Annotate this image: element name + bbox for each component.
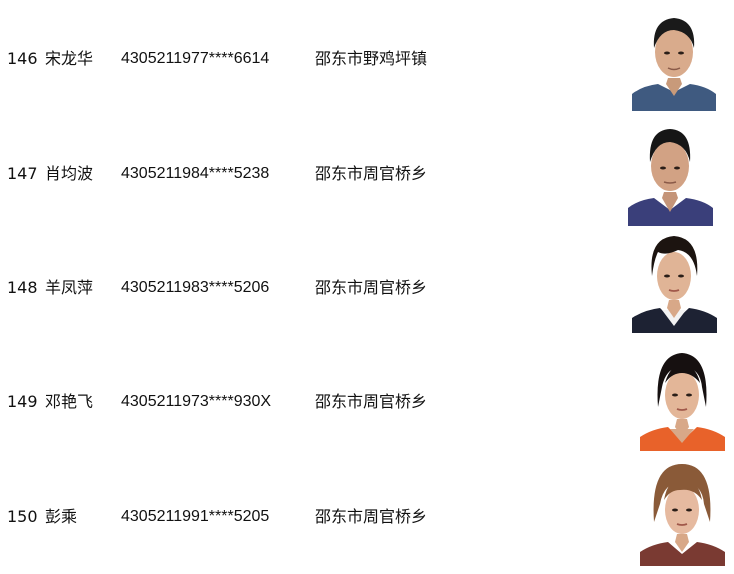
portrait-photo-147 xyxy=(628,124,713,226)
record-row-147: 147 肖均波 4305211984****5238 邵东市周官桥乡 xyxy=(0,164,734,184)
record-row-148: 148 羊凤萍 4305211983****5206 邵东市周官桥乡 xyxy=(0,278,734,298)
record-number: 149 xyxy=(7,392,38,411)
record-address: 邵东市周官桥乡 xyxy=(315,164,428,183)
record-number: 150 xyxy=(7,507,38,526)
record-name: 宋龙华 xyxy=(45,49,94,68)
portrait-photo-150 xyxy=(640,460,725,566)
record-number: 148 xyxy=(7,278,38,297)
record-name: 肖均波 xyxy=(45,164,94,183)
record-name: 彭乘 xyxy=(45,507,78,526)
record-id-number: 4305211983****5206 xyxy=(121,279,270,296)
record-id-number: 4305211984****5238 xyxy=(121,165,270,182)
record-address: 邵东市野鸡坪镇 xyxy=(315,49,428,68)
record-id-number: 4305211973****930X xyxy=(121,393,272,410)
record-address: 邵东市周官桥乡 xyxy=(315,507,428,526)
record-address: 邵东市周官桥乡 xyxy=(315,278,428,297)
portrait-photo-146 xyxy=(632,8,716,111)
portrait-photo-149 xyxy=(640,347,725,451)
record-row-150: 150 彭乘 4305211991****5205 邵东市周官桥乡 xyxy=(0,507,734,527)
record-name: 邓艳飞 xyxy=(45,392,94,411)
record-number: 146 xyxy=(7,49,38,68)
portrait-photo-148 xyxy=(632,230,717,333)
record-row-149: 149 邓艳飞 4305211973****930X 邵东市周官桥乡 xyxy=(0,392,734,412)
record-row-146: 146 宋龙华 4305211977****6614 邵东市野鸡坪镇 xyxy=(0,49,734,69)
record-number: 147 xyxy=(7,164,38,183)
record-name: 羊凤萍 xyxy=(45,278,94,297)
record-address: 邵东市周官桥乡 xyxy=(315,392,428,411)
record-id-number: 4305211977****6614 xyxy=(121,50,270,67)
record-id-number: 4305211991****5205 xyxy=(121,508,270,525)
